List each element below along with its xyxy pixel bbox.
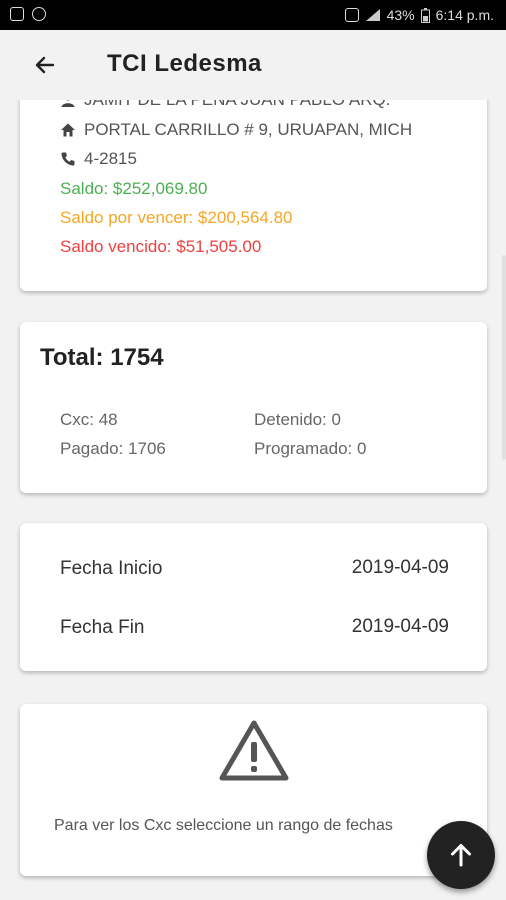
app-bar: TCI Ledesma (0, 30, 506, 100)
contact-name: JAMIT DE LA PEÑA JUAN PABLO ARQ. (84, 100, 390, 110)
scroll-edge-indicator (502, 255, 506, 460)
alarm-icon (344, 8, 359, 22)
scroll-content[interactable]: JAMIT DE LA PEÑA JUAN PABLO ARQ. PORTAL … (0, 100, 506, 900)
programado-count: Programado: 0 (254, 439, 367, 458)
notification-icons (10, 7, 46, 21)
status-right: 43% 6:14 p.m. (344, 7, 494, 23)
battery-level: 43% (386, 7, 415, 23)
saldo-por-vencer-text: Saldo por vencer: $200,564.80 (60, 208, 293, 227)
phone-text: 4-2815 (84, 149, 137, 168)
back-button[interactable] (28, 50, 62, 80)
person-icon (61, 100, 75, 107)
gallery-icon (10, 7, 24, 21)
whatsapp-icon (32, 7, 46, 21)
clock: 6:14 p.m. (435, 7, 494, 23)
empty-message: Para ver los Cxc seleccione un rango de … (54, 817, 393, 834)
client-card: JAMIT DE LA PEÑA JUAN PABLO ARQ. PORTAL … (20, 100, 487, 291)
phone-icon (61, 152, 75, 166)
warning-icon (219, 720, 289, 781)
fecha-fin-value[interactable]: 2019-04-09 (352, 616, 449, 638)
page-title: TCI Ledesma (107, 50, 262, 77)
date-range-card: Fecha Inicio 2019-04-09 Fecha Fin 2019-0… (20, 523, 487, 671)
fecha-inicio-value[interactable]: 2019-04-09 (352, 557, 449, 579)
contact-line: JAMIT DE LA PEÑA JUAN PABLO ARQ. (60, 100, 390, 110)
detenido-count: Detenido: 0 (254, 410, 341, 429)
empty-state-card: Para ver los Cxc seleccione un rango de … (20, 704, 487, 876)
arrow-up-icon (451, 844, 471, 867)
home-icon (61, 123, 75, 137)
phone-line: 4-2815 (60, 149, 137, 169)
pagado-count: Pagado: 1706 (60, 439, 166, 458)
status-bar: 43% 6:14 p.m. (0, 0, 506, 30)
saldo-vencido-text: Saldo vencido: $51,505.00 (60, 237, 262, 256)
saldo-text: Saldo: $252,069.80 (60, 179, 208, 198)
address-line: PORTAL CARRILLO # 9, URUAPAN, MICH (60, 120, 412, 140)
cxc-count: Cxc: 48 (60, 410, 118, 429)
fecha-inicio-label: Fecha Inicio (60, 558, 163, 579)
signal-icon (365, 9, 380, 21)
fecha-fin-label: Fecha Fin (60, 617, 145, 638)
totals-card: Total: 1754 Cxc: 48 Pagado: 1706 Detenid… (20, 322, 487, 493)
total-heading: Total: 1754 (40, 344, 164, 371)
arrow-left-icon (35, 56, 55, 74)
address-text: PORTAL CARRILLO # 9, URUAPAN, MICH (84, 120, 413, 139)
scroll-to-top-button[interactable] (427, 821, 495, 889)
battery-icon (420, 7, 430, 23)
